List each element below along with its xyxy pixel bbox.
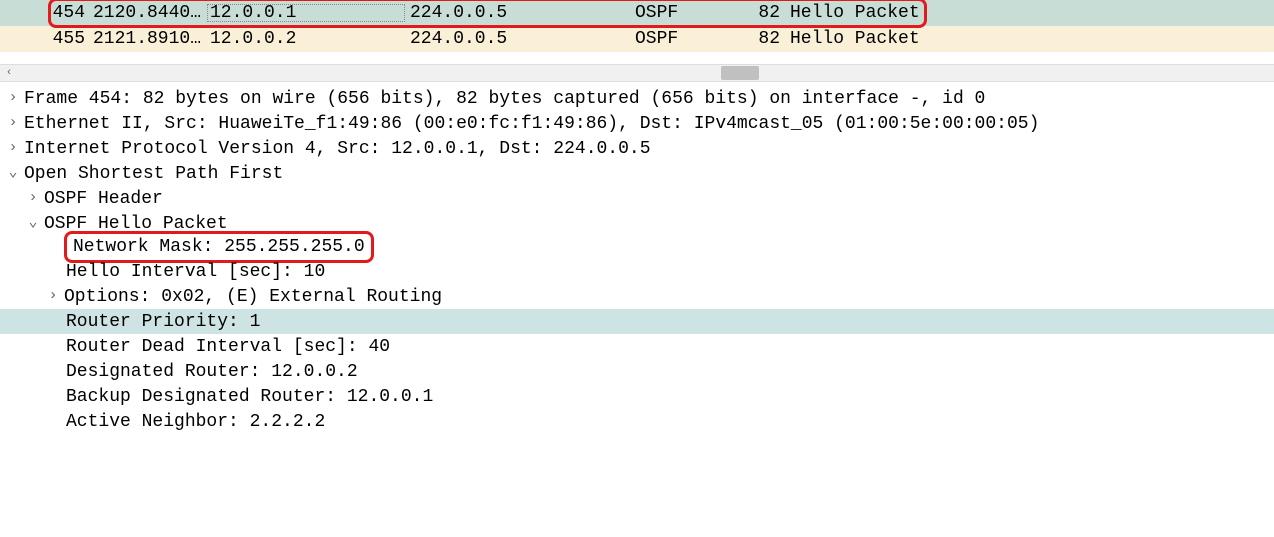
bdr-value: Backup Designated Router: 12.0.0.1 [66,387,433,407]
chevron-right-icon[interactable] [26,190,44,207]
col-source: 12.0.0.1 [206,3,406,23]
col-info: Hello Packet [786,3,920,23]
col-destination: 224.0.0.5 [406,29,631,49]
chevron-right-icon[interactable] [6,140,24,157]
col-number: 455 [51,29,91,49]
col-info: Hello Packet [786,29,920,49]
field-dead-interval[interactable]: Router Dead Interval [sec]: 40 [0,334,1274,359]
scroll-track[interactable] [18,64,1274,82]
packet-row[interactable]: 454 2120.8440… 12.0.0.1 224.0.0.5 OSPF 8… [0,0,1274,26]
tree-ip[interactable]: Internet Protocol Version 4, Src: 12.0.0… [0,136,1274,161]
field-network-mask[interactable]: Network Mask: 255.255.255.0 [0,234,1274,259]
field-active-neighbor[interactable]: Active Neighbor: 2.2.2.2 [0,409,1274,434]
chevron-right-icon[interactable] [46,288,64,305]
horizontal-scrollbar[interactable]: ‹ [0,64,1274,82]
chevron-right-icon[interactable] [6,90,24,107]
neighbor-value: Active Neighbor: 2.2.2.2 [66,412,325,432]
scroll-thumb[interactable] [721,66,759,80]
tree-frame[interactable]: Frame 454: 82 bytes on wire (656 bits), … [0,86,1274,111]
ospf-root: Open Shortest Path First [24,164,283,184]
chevron-down-icon[interactable] [26,214,44,233]
col-length: 82 [746,29,786,49]
col-number: 454 [51,3,91,23]
col-time: 2121.8910… [91,29,206,49]
network-mask-value: Network Mask: 255.255.255.0 [73,237,365,257]
highlight-box: Network Mask: 255.255.255.0 [64,231,374,263]
col-protocol: OSPF [631,3,746,23]
field-router-priority[interactable]: Router Priority: 1 [0,309,1274,334]
highlight-box: 454 2120.8440… 12.0.0.1 224.0.0.5 OSPF 8… [48,0,927,28]
row-content: 455 2121.8910… 12.0.0.2 224.0.0.5 OSPF 8… [51,26,924,52]
tree-ospf[interactable]: Open Shortest Path First [0,161,1274,186]
col-time: 2120.8440… [91,3,206,23]
tree-ospf-header[interactable]: OSPF Header [0,186,1274,211]
router-priority-value: Router Priority: 1 [66,312,260,332]
dead-interval-value: Router Dead Interval [sec]: 40 [66,337,390,357]
col-destination: 224.0.0.5 [406,3,631,23]
field-backup-designated-router[interactable]: Backup Designated Router: 12.0.0.1 [0,384,1274,409]
field-designated-router[interactable]: Designated Router: 12.0.0.2 [0,359,1274,384]
ospf-header: OSPF Header [44,189,163,209]
ip-summary: Internet Protocol Version 4, Src: 12.0.0… [24,139,651,159]
frame-summary: Frame 454: 82 bytes on wire (656 bits), … [24,89,985,109]
chevron-down-icon[interactable] [6,164,24,183]
dr-value: Designated Router: 12.0.0.2 [66,362,358,382]
col-source: 12.0.0.2 [206,29,406,49]
options-value: Options: 0x02, (E) External Routing [64,287,442,307]
field-options[interactable]: Options: 0x02, (E) External Routing [0,284,1274,309]
col-length: 82 [746,3,786,23]
chevron-right-icon[interactable] [6,115,24,132]
ethernet-summary: Ethernet II, Src: HuaweiTe_f1:49:86 (00:… [24,114,1039,134]
hello-interval-value: Hello Interval [sec]: 10 [66,262,325,282]
packet-details-pane: Frame 454: 82 bytes on wire (656 bits), … [0,82,1274,438]
field-hello-interval[interactable]: Hello Interval [sec]: 10 [0,259,1274,284]
packet-row[interactable]: 455 2121.8910… 12.0.0.2 224.0.0.5 OSPF 8… [0,26,1274,52]
scroll-left-icon[interactable]: ‹ [0,64,18,82]
tree-ethernet[interactable]: Ethernet II, Src: HuaweiTe_f1:49:86 (00:… [0,111,1274,136]
packet-list: 454 2120.8440… 12.0.0.1 224.0.0.5 OSPF 8… [0,0,1274,52]
col-protocol: OSPF [631,29,746,49]
